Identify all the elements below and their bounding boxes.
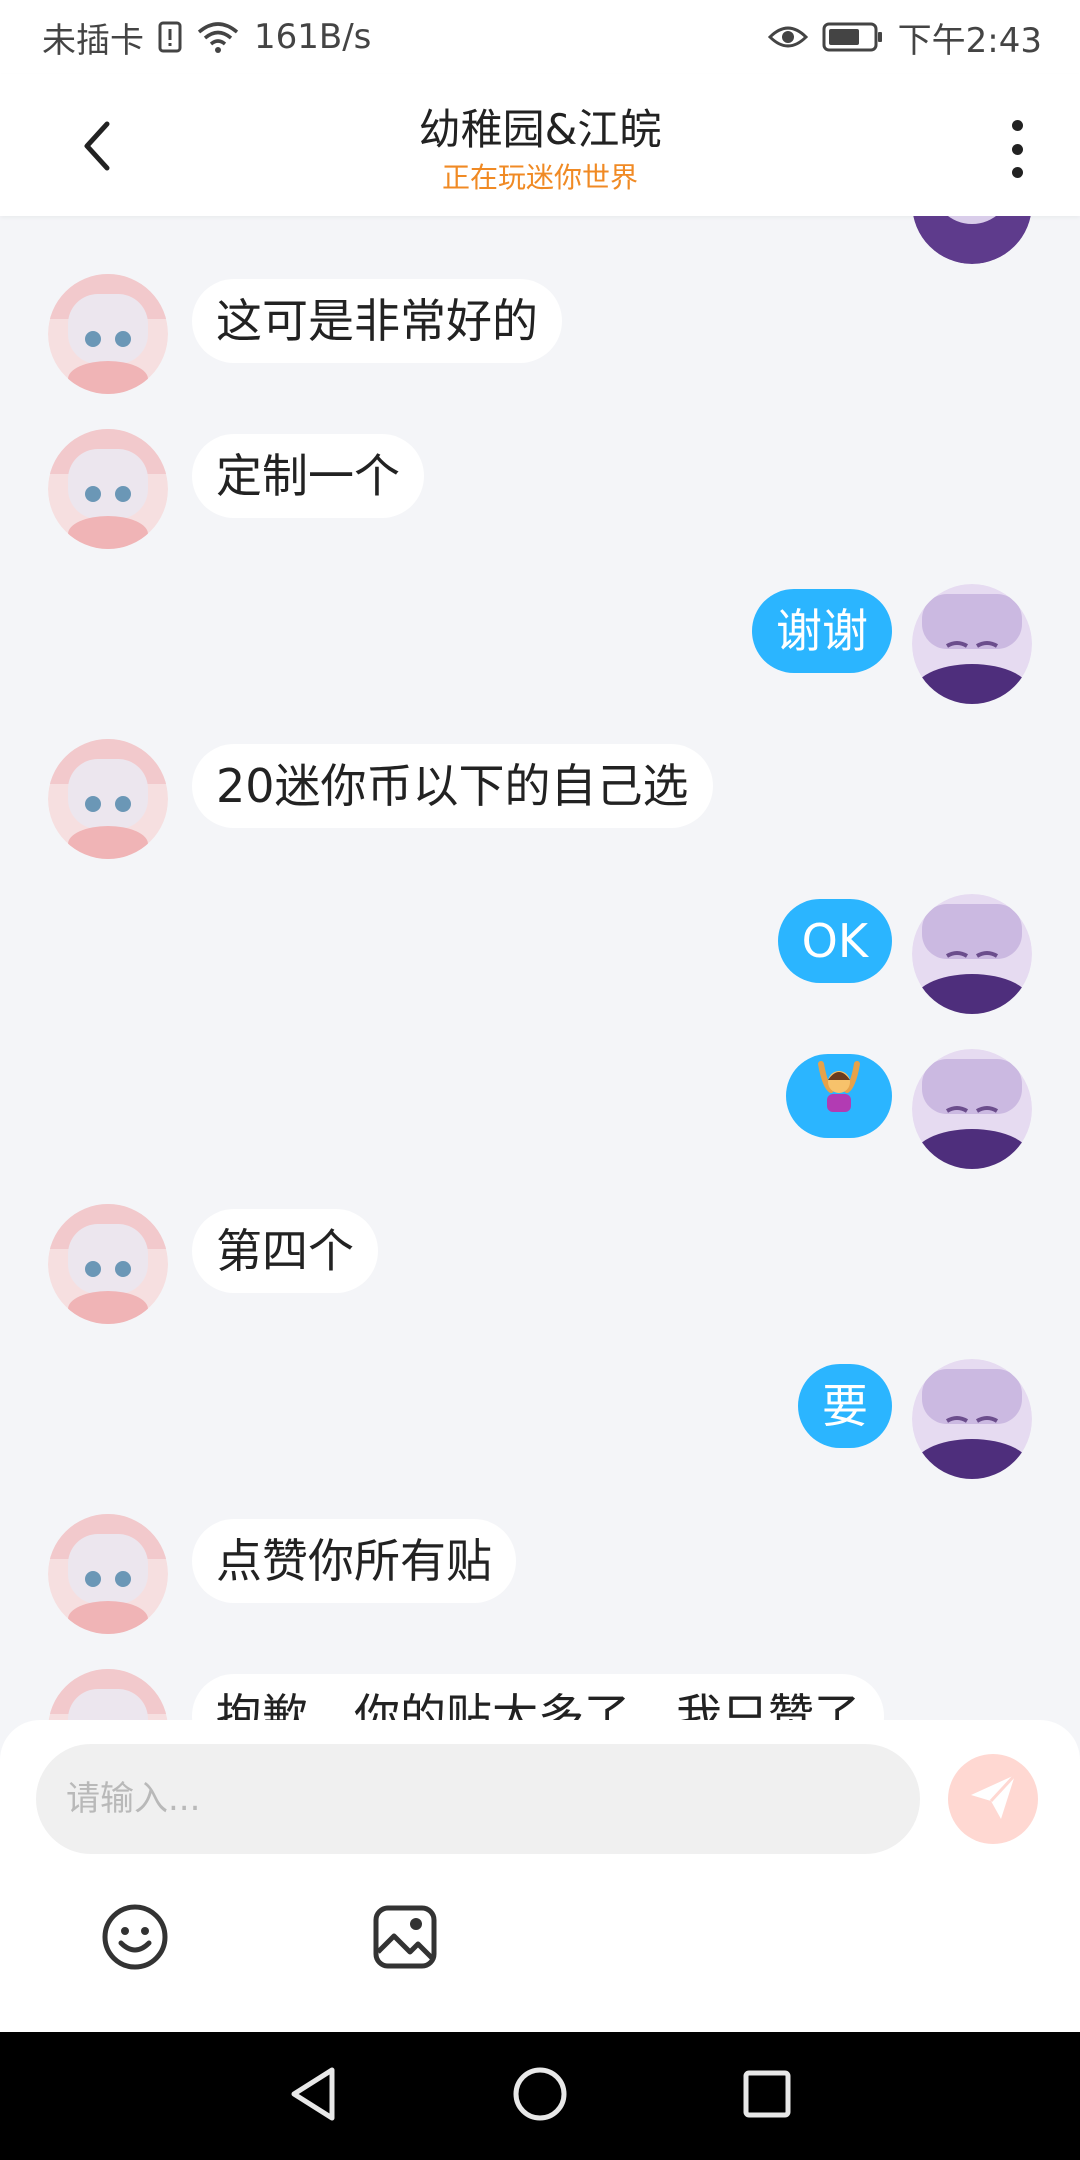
status-right: 下午2:43 [767, 13, 1042, 62]
message-row: 20迷你币以下的自己选 [0, 739, 1080, 869]
clock-text: 下午2:43 [897, 20, 1042, 61]
message-input[interactable] [36, 1744, 920, 1854]
back-triangle-icon [288, 2066, 338, 2126]
message-row: 谢谢 [0, 584, 1080, 714]
eye-icon [767, 23, 808, 51]
nav-home-button[interactable] [505, 2061, 575, 2131]
nav-back-button[interactable] [278, 2061, 348, 2131]
sim-alert-icon [158, 21, 182, 53]
chat-status: 正在玩迷你世界 [441, 161, 638, 194]
avatar[interactable] [48, 1669, 168, 1720]
person-gesturing-ok-icon [811, 1054, 867, 1138]
avatar[interactable] [912, 1049, 1032, 1169]
smiley-icon [101, 1903, 169, 1975]
message-bubble[interactable]: 第四个 [192, 1209, 378, 1293]
avatar[interactable] [912, 1359, 1032, 1479]
home-circle-icon [512, 2066, 568, 2126]
emoji-message-bubble[interactable] [786, 1054, 892, 1138]
avatar[interactable] [912, 584, 1032, 704]
emoji-button[interactable] [100, 1904, 170, 1974]
nav-recents-button[interactable] [732, 2061, 802, 2131]
chat-title: 幼稚园&江皖 [418, 105, 662, 154]
avatar[interactable] [912, 894, 1032, 1014]
carrier-text: 未插卡 [42, 20, 144, 61]
message-row: 这可是非常好的 [0, 274, 1080, 404]
message-bubble[interactable]: 抱歉，你的贴太多了，我只赞了 [192, 1674, 884, 1720]
image-icon [372, 1904, 438, 1974]
wifi-icon [196, 20, 240, 54]
input-panel [0, 1720, 1080, 2032]
message-bubble[interactable]: 要 [798, 1364, 892, 1448]
avatar[interactable] [48, 1514, 168, 1634]
message-bubble[interactable]: 20迷你币以下的自己选 [192, 744, 713, 828]
message-row: 点赞你所有贴 [0, 1514, 1080, 1644]
message-row [0, 1049, 1080, 1179]
net-speed-text: 161B/s [254, 17, 372, 57]
message-bubble[interactable]: 这可是非常好的 [192, 279, 562, 363]
more-vertical-icon-dot [1011, 120, 1023, 131]
status-bar: 未插卡 161B/s 下午2:43 [0, 0, 1080, 74]
avatar[interactable] [48, 274, 168, 394]
chat-header: 幼稚园&江皖 正在玩迷你世界 [0, 74, 1080, 216]
avatar[interactable] [48, 739, 168, 859]
avatar[interactable] [912, 216, 1032, 264]
send-button[interactable] [948, 1754, 1038, 1844]
send-icon [967, 1771, 1019, 1827]
message-bubble[interactable]: OK [777, 899, 892, 983]
message-bubble[interactable]: 谢谢 [752, 589, 892, 673]
battery-icon [822, 21, 884, 53]
message-bubble[interactable]: 定制一个 [192, 434, 424, 518]
message-bubble[interactable]: 点赞你所有贴 [192, 1519, 516, 1603]
message-row: 要 [0, 1359, 1080, 1489]
avatar[interactable] [48, 429, 168, 549]
image-button[interactable] [370, 1904, 440, 1974]
status-left: 未插卡 161B/s [42, 13, 371, 62]
recents-square-icon [742, 2069, 792, 2123]
more-vertical-icon-dot [1011, 143, 1023, 155]
system-navigation-bar [0, 2032, 1080, 2160]
message-row: OK [0, 894, 1080, 1024]
message-row: 第四个 [0, 1204, 1080, 1334]
message-row: 定制一个 [0, 429, 1080, 559]
avatar[interactable] [48, 1204, 168, 1324]
more-options-button[interactable] [992, 114, 1042, 184]
more-vertical-icon-dot [1011, 167, 1023, 178]
chat-messages[interactable]: 这可是非常好的 定制一个 谢谢 20迷你币以下的自己选 OK 第四个 要 点赞你… [0, 216, 1080, 1720]
message-row: 抱歉，你的贴太多了，我只赞了 [0, 1669, 1080, 1720]
